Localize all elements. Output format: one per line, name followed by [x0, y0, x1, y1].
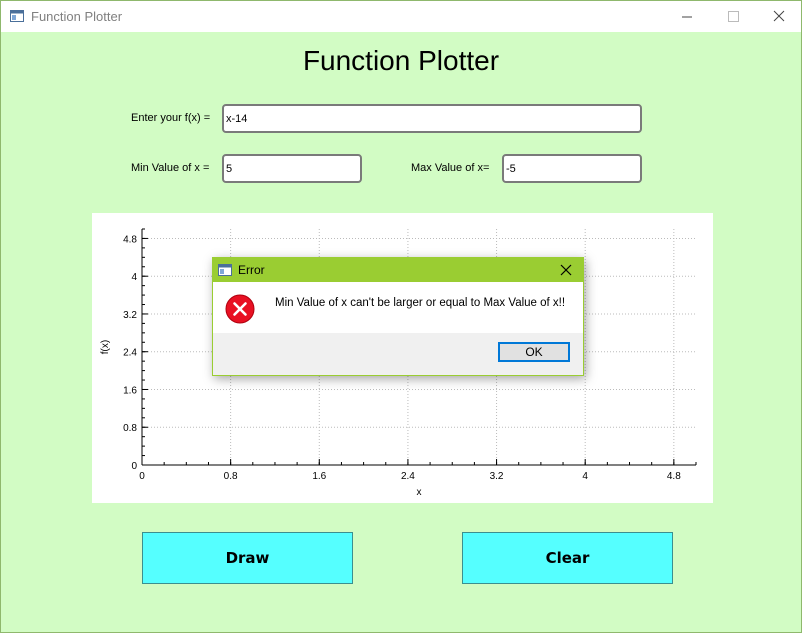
- fx-input[interactable]: [222, 104, 642, 133]
- y-tick-label: 1.6: [123, 385, 137, 396]
- draw-button[interactable]: Draw: [142, 532, 353, 584]
- close-button[interactable]: [756, 1, 801, 32]
- dialog-title-bar[interactable]: Error: [213, 258, 583, 282]
- x-tick-label: 1.6: [312, 471, 326, 482]
- ok-button[interactable]: OK: [498, 342, 570, 362]
- app-window: Function Plotter Function Plotter Enter …: [0, 0, 802, 633]
- dialog-body: Min Value of x can't be larger or equal …: [213, 282, 583, 333]
- window-app-icon: [10, 10, 24, 22]
- minimize-icon: [682, 16, 692, 18]
- clear-button[interactable]: Clear: [462, 532, 673, 584]
- min-x-label: Min Value of x =: [131, 162, 210, 174]
- minimize-button[interactable]: [664, 1, 710, 32]
- x-tick-label: 0.8: [224, 471, 238, 482]
- close-icon: [773, 10, 785, 22]
- min-x-input[interactable]: [222, 154, 362, 183]
- max-x-label: Max Value of x=: [411, 162, 490, 174]
- x-tick-label: 3.2: [490, 471, 504, 482]
- max-x-input[interactable]: [502, 154, 642, 183]
- fx-label: Enter your f(x) =: [131, 112, 211, 124]
- x-axis-label: x: [417, 487, 422, 498]
- y-tick-label: 3.2: [123, 310, 137, 321]
- page-title: Function Plotter: [302, 45, 500, 76]
- y-tick-label: 4.8: [123, 234, 137, 245]
- x-tick-label: 0: [139, 471, 145, 482]
- y-axis-label: f(x): [100, 340, 111, 354]
- x-tick-label: 4.8: [667, 471, 681, 482]
- maximize-icon: [728, 11, 739, 22]
- y-tick-label: 4: [131, 272, 137, 283]
- window-title: Function Plotter: [31, 9, 123, 24]
- error-message: Min Value of x can't be larger or equal …: [275, 297, 566, 309]
- y-tick-label: 0: [131, 461, 137, 472]
- title-bar[interactable]: Function Plotter: [1, 1, 801, 32]
- x-tick-label: 4: [582, 471, 588, 482]
- dialog-title: Error: [238, 263, 265, 277]
- error-icon: [225, 294, 255, 324]
- maximize-button[interactable]: [710, 1, 756, 32]
- x-tick-label: 2.4: [401, 471, 415, 482]
- error-dialog: Error Min Value of x can't be larger or …: [212, 257, 584, 376]
- dialog-app-icon: [218, 264, 232, 276]
- dialog-close-icon[interactable]: [557, 261, 575, 279]
- y-tick-label: 2.4: [123, 348, 137, 359]
- y-tick-label: 0.8: [123, 423, 137, 434]
